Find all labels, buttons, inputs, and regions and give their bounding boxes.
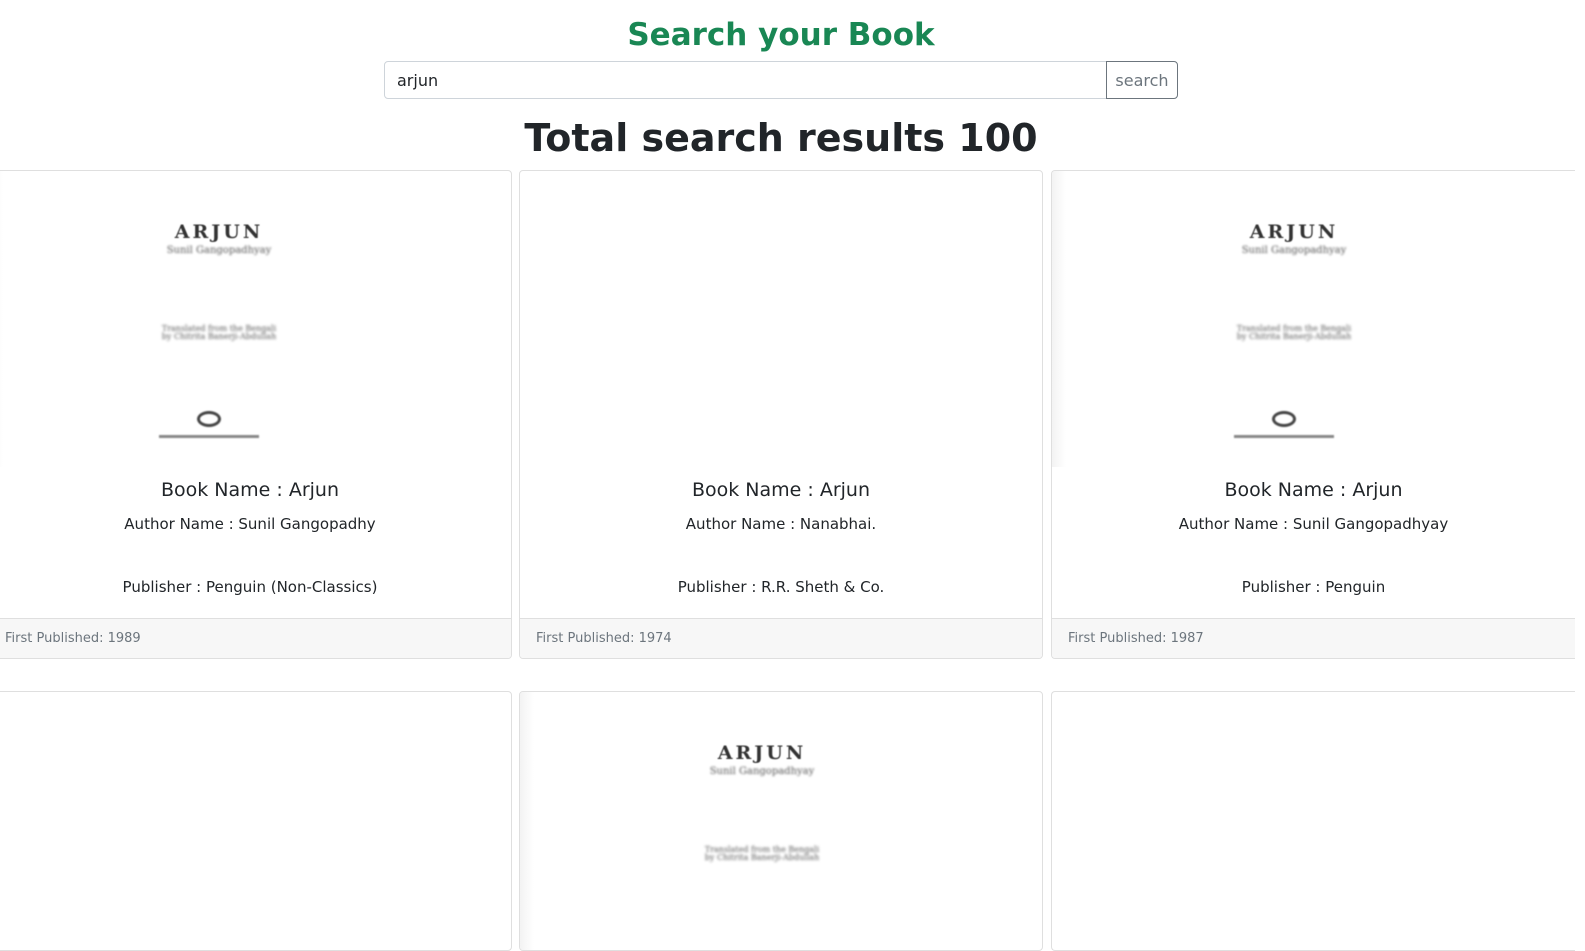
book-cover-image [0, 692, 511, 950]
author-name: Author Name : Sunil Gangopadhyay [1178, 515, 1449, 533]
search-input[interactable] [384, 61, 1107, 99]
book-card[interactable]: ARJUN Sunil Gangopadhyay Translated from… [1051, 170, 1575, 659]
search-button[interactable]: search [1106, 61, 1178, 99]
publisher: Publisher : Penguin [1241, 578, 1386, 596]
cover-author-text: Sunil Gangopadhyay [166, 245, 272, 256]
card-body: Book Name : Arjun Author Name : Nanabhai… [520, 467, 1042, 619]
first-published: First Published: 1987 [1052, 618, 1575, 658]
author-name: Author Name : Nanabhai. [685, 515, 877, 533]
author-name: Author Name : Sunil Gangopadhy [124, 515, 376, 533]
cover-title-text: ARJUN [717, 742, 807, 764]
book-cover-image: ARJUN Sunil Gangopadhyay Translated from… [520, 692, 1042, 950]
book-cover-image: ARJUN Sunil Gangopadhyay Translated from… [1052, 171, 1575, 467]
book-card[interactable] [0, 691, 512, 951]
book-name: Book Name : Arjun [691, 479, 871, 501]
book-card[interactable]: ARJUN Sunil Gangopadhyay Translated from… [0, 170, 512, 659]
book-card[interactable] [1051, 691, 1575, 951]
book-card[interactable]: Book Name : Arjun Author Name : Nanabhai… [519, 170, 1043, 659]
cover-translation-text: Translated from the Bengali by Chitrita … [704, 845, 820, 862]
book-cover-image: ARJUN Sunil Gangopadhyay Translated from… [0, 171, 511, 467]
results-count-heading: Total search results 100 [524, 116, 1038, 160]
card-body: Book Name : Arjun Author Name : Sunil Ga… [0, 467, 511, 619]
cover-author-text: Sunil Gangopadhyay [1241, 245, 1347, 256]
page-title: Search your Book [627, 17, 935, 53]
cover-translation-text: Translated from the Bengali by Chitrita … [1236, 324, 1352, 341]
search-bar: search [384, 61, 1178, 99]
publisher: Publisher : Penguin (Non-Classics) [122, 578, 378, 596]
book-card[interactable]: ARJUN Sunil Gangopadhyay Translated from… [519, 691, 1043, 951]
card-body: Book Name : Arjun Author Name : Sunil Ga… [1052, 467, 1575, 619]
cover-title-text: ARJUN [174, 221, 264, 243]
first-published: First Published: 1974 [520, 618, 1042, 658]
publisher-logo-icon [1272, 411, 1296, 427]
publisher: Publisher : R.R. Sheth & Co. [677, 578, 885, 596]
first-published: First Published: 1989 [0, 618, 511, 658]
book-name: Book Name : Arjun [1224, 479, 1403, 501]
book-cover-image [520, 171, 1042, 467]
book-name: Book Name : Arjun [160, 479, 340, 501]
cover-title-text: ARJUN [1249, 221, 1339, 243]
cover-author-text: Sunil Gangopadhyay [709, 766, 815, 777]
cover-translation-text: Translated from the Bengali by Chitrita … [161, 324, 277, 341]
book-cover-image [1052, 692, 1575, 950]
publisher-logo-icon [197, 411, 221, 427]
